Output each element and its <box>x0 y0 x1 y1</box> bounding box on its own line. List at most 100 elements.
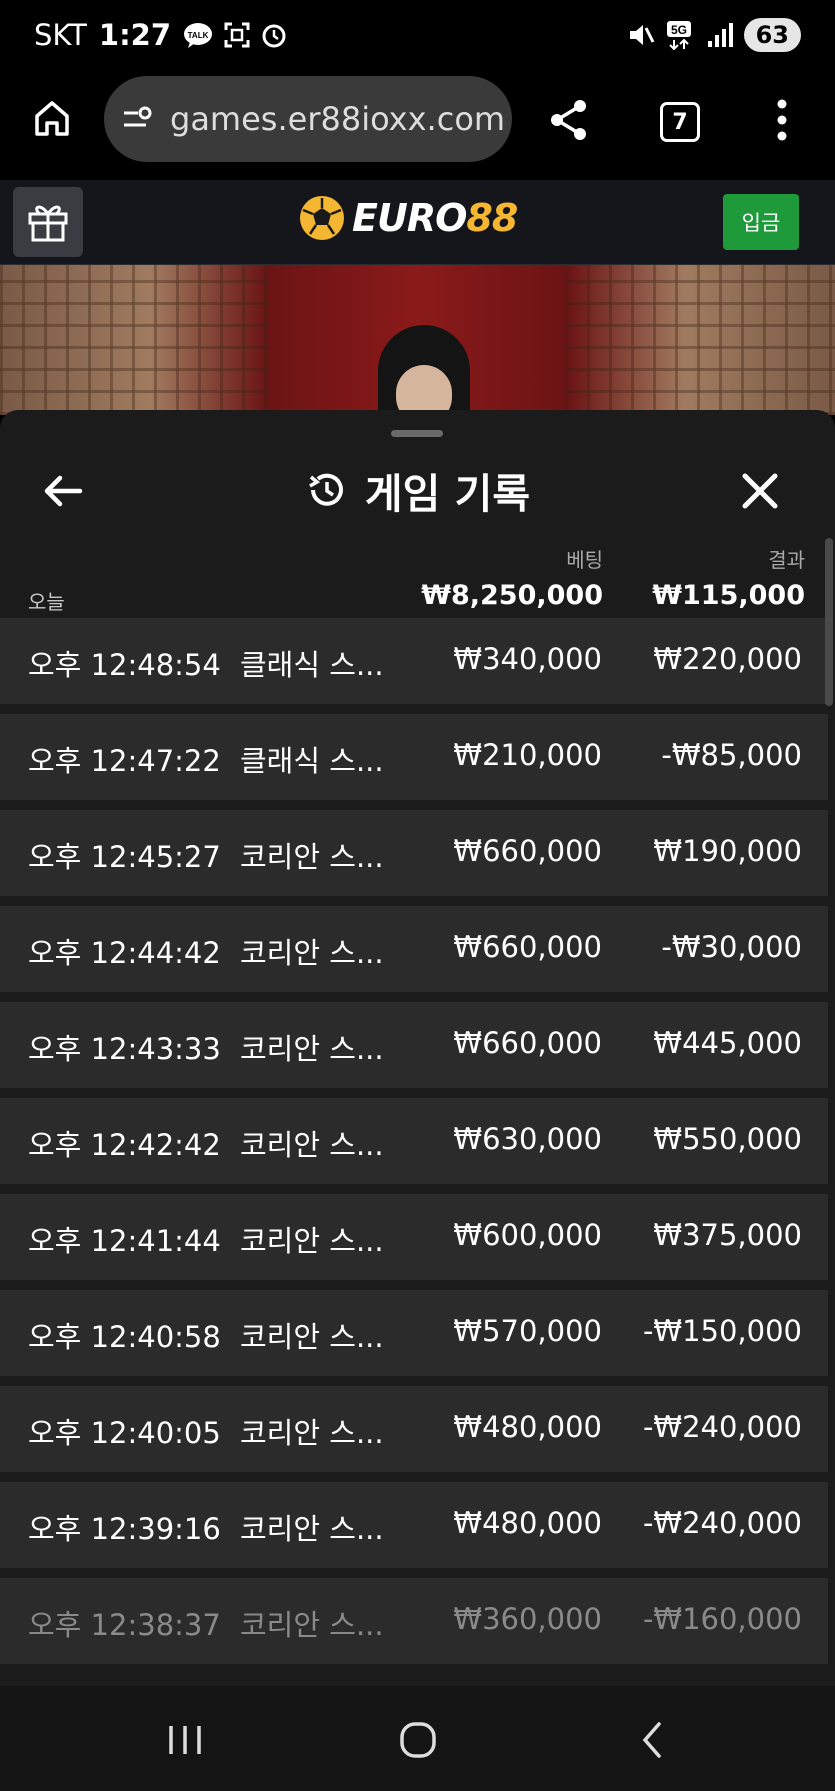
svg-text:5G: 5G <box>671 23 687 37</box>
screenshot-icon <box>224 22 250 48</box>
history-row[interactable]: 오후 12:47:22 클래식 스... ₩210,000 -₩85,000 <box>0 714 828 800</box>
row-result: -₩150,000 <box>642 1314 802 1348</box>
clock: 1:27 <box>98 18 172 52</box>
row-bet: ₩210,000 <box>453 738 602 772</box>
history-row[interactable]: 오후 12:39:16 코리안 스... ₩480,000 -₩240,000 <box>0 1482 828 1568</box>
row-bet: ₩630,000 <box>453 1122 602 1156</box>
row-result: -₩240,000 <box>642 1410 802 1444</box>
row-game: 코리안 스... <box>240 1608 384 1642</box>
summary-row: 오늘 베팅 결과 ₩8,250,000 ₩115,000 <box>0 530 835 620</box>
row-time: 오후 12:47:22 <box>28 744 221 778</box>
battery-indicator: 63 <box>743 18 801 52</box>
more-vert-icon[interactable] <box>770 98 794 142</box>
home-icon[interactable] <box>32 98 72 138</box>
row-result: ₩445,000 <box>653 1026 802 1060</box>
decorative-lattice-right <box>565 265 835 415</box>
row-result: -₩30,000 <box>661 930 802 964</box>
url-text[interactable]: games.er88ioxx.com <box>170 100 510 138</box>
logo-number-text: 88 <box>466 196 518 240</box>
row-game: 코리안 스... <box>240 1224 384 1258</box>
row-game: 코리안 스... <box>240 1416 384 1450</box>
talk-notification-icon: TALK <box>184 23 213 48</box>
bet-column-header: 베팅 <box>566 548 603 572</box>
history-row[interactable]: 오후 12:38:37 코리안 스... ₩360,000 -₩160,000 <box>0 1578 828 1664</box>
row-result: ₩190,000 <box>653 834 802 868</box>
history-row[interactable]: 오후 12:43:33 코리안 스... ₩660,000 ₩445,000 <box>0 1002 828 1088</box>
row-result: ₩220,000 <box>653 642 802 676</box>
chevron-left-icon <box>642 1722 661 1758</box>
gift-button[interactable] <box>13 187 83 257</box>
history-list: 오후 12:48:54 클래식 스... ₩340,000 ₩220,000 오후 1… <box>0 618 828 1674</box>
status-bar: SKT 1:27 TALK 5G 63 <box>0 0 835 74</box>
tab-switcher-button[interactable]: 7 <box>660 102 700 142</box>
history-icon <box>309 473 343 506</box>
site-header: EURO88 입금 <box>0 180 835 265</box>
history-row[interactable]: 오후 12:42:42 코리안 스... ₩630,000 ₩550,000 <box>0 1098 828 1184</box>
history-row[interactable]: 오후 12:48:54 클래식 스... ₩340,000 ₩220,000 <box>0 618 828 704</box>
home-nav-button[interactable] <box>388 1714 448 1766</box>
row-time: 오후 12:38:37 <box>28 1608 221 1642</box>
back-nav-button[interactable] <box>622 1714 682 1766</box>
site-logo[interactable]: EURO88 <box>298 194 518 242</box>
mute-icon <box>629 25 654 45</box>
row-game: 클래식 스... <box>240 744 384 778</box>
dealer-face <box>396 365 452 415</box>
row-bet: ₩660,000 <box>453 1026 602 1060</box>
recent-apps-button[interactable] <box>155 1714 215 1766</box>
total-bet: ₩8,250,000 <box>421 580 603 611</box>
row-result: -₩240,000 <box>642 1506 802 1540</box>
soccer-ball-icon <box>300 196 344 240</box>
close-icon[interactable] <box>737 468 783 514</box>
browser-toolbar: games.er88ioxx.com 7 <box>0 74 835 180</box>
row-result: -₩160,000 <box>642 1602 802 1636</box>
share-icon[interactable] <box>548 98 590 142</box>
panel-header: 게임 기록 <box>0 446 835 536</box>
live-dealer-video[interactable] <box>0 265 835 415</box>
carrier-label: SKT <box>34 18 87 52</box>
recent-apps-icon <box>169 1726 201 1754</box>
row-time: 오후 12:43:33 <box>28 1032 221 1066</box>
row-bet: ₩480,000 <box>453 1506 602 1540</box>
drag-handle[interactable] <box>391 430 443 437</box>
site-settings-icon[interactable] <box>122 104 156 134</box>
row-time: 오후 12:40:58 <box>28 1320 221 1354</box>
row-bet: ₩660,000 <box>453 834 602 868</box>
address-bar[interactable]: games.er88ioxx.com <box>104 76 512 162</box>
deposit-button[interactable]: 입금 <box>723 194 799 250</box>
svg-text:TALK: TALK <box>188 31 209 40</box>
history-row[interactable]: 오후 12:40:58 코리안 스... ₩570,000 -₩150,000 <box>0 1290 828 1376</box>
history-row[interactable]: 오후 12:41:44 코리안 스... ₩600,000 ₩375,000 <box>0 1194 828 1280</box>
day-label: 오늘 <box>28 590 65 614</box>
history-row[interactable]: 오후 12:45:27 코리안 스... ₩660,000 ₩190,000 <box>0 810 828 896</box>
row-bet: ₩480,000 <box>453 1410 602 1444</box>
gift-icon <box>28 205 68 242</box>
logo-euro-text: EURO <box>352 196 467 240</box>
game-history-panel: 게임 기록 오늘 베팅 결과 ₩8,250,000 ₩115,000 오후 12… <box>0 410 835 1686</box>
row-time: 오후 12:42:42 <box>28 1128 221 1162</box>
row-time: 오후 12:48:54 <box>28 648 221 682</box>
scrollbar[interactable] <box>825 538 833 706</box>
history-row[interactable]: 오후 12:40:05 코리안 스... ₩480,000 -₩240,000 <box>0 1386 828 1472</box>
row-time: 오후 12:44:42 <box>28 936 221 970</box>
row-result: -₩85,000 <box>661 738 802 772</box>
signal-icon <box>707 23 733 47</box>
result-column-header: 결과 <box>768 548 805 572</box>
row-game: 클래식 스... <box>240 648 384 682</box>
row-time: 오후 12:39:16 <box>28 1512 221 1546</box>
row-time: 오후 12:45:27 <box>28 840 221 874</box>
row-bet: ₩600,000 <box>453 1218 602 1252</box>
row-bet: ₩570,000 <box>453 1314 602 1348</box>
row-game: 코리안 스... <box>240 840 384 874</box>
row-game: 코리안 스... <box>240 1320 384 1354</box>
history-row[interactable]: 오후 12:44:42 코리안 스... ₩660,000 -₩30,000 <box>0 906 828 992</box>
row-result: ₩375,000 <box>653 1218 802 1252</box>
row-bet: ₩360,000 <box>453 1602 602 1636</box>
row-bet: ₩340,000 <box>453 642 602 676</box>
decorative-lattice-left <box>0 265 270 415</box>
row-game: 코리안 스... <box>240 1032 384 1066</box>
home-circle-icon <box>400 1722 436 1758</box>
system-nav-bar <box>0 1686 835 1791</box>
total-result: ₩115,000 <box>652 580 805 611</box>
row-time: 오후 12:41:44 <box>28 1224 221 1258</box>
alarm-icon <box>262 24 286 48</box>
